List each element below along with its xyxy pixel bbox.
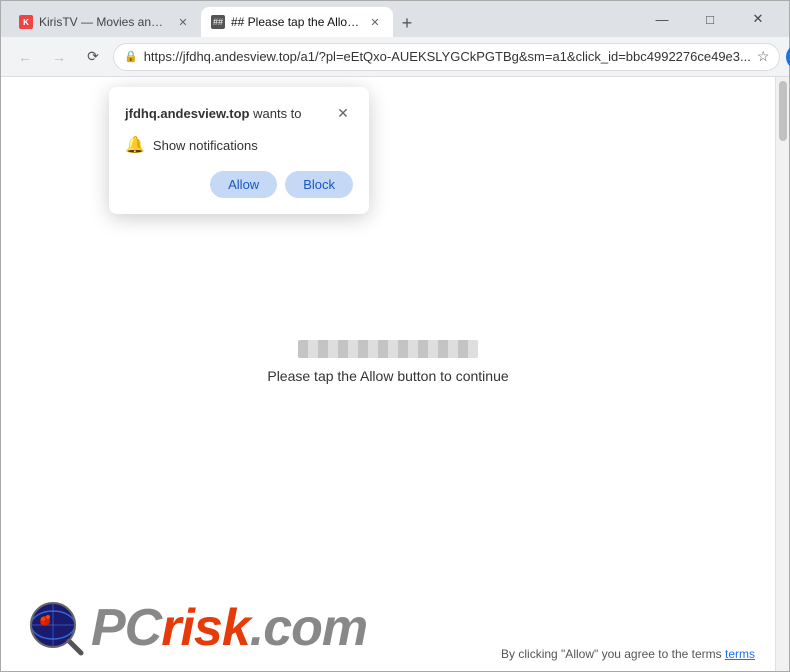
progress-area: Please tap the Allow button to continue (267, 340, 508, 384)
tab-bar: K KirisTV — Movies and Series D... ✕ ## … (9, 1, 635, 37)
address-bar: ← → ⟳ 🔒 https://jfdhq.andesview.top/a1/?… (1, 37, 789, 77)
bookmark-icon[interactable]: ☆ (757, 48, 770, 65)
browser-frame: K KirisTV — Movies and Series D... ✕ ## … (0, 0, 790, 672)
page-content: jfdhq.andesview.top wants to ✕ 🔔 Show no… (1, 77, 775, 671)
tab-kiristv[interactable]: K KirisTV — Movies and Series D... ✕ (9, 7, 201, 37)
popup-title: jfdhq.andesview.top wants to (125, 106, 302, 121)
bottom-disclaimer: By clicking "Allow" you agree to the ter… (501, 647, 755, 661)
svg-text:K: K (23, 18, 29, 27)
address-text: https://jfdhq.andesview.top/a1/?pl=eEtQx… (144, 49, 751, 64)
title-bar: K KirisTV — Movies and Series D... ✕ ## … (1, 1, 789, 37)
close-button[interactable]: ✕ (735, 1, 781, 37)
popup-header: jfdhq.andesview.top wants to ✕ (125, 103, 353, 123)
tab-active[interactable]: ## ## Please tap the Allow button... ✕ (201, 7, 393, 37)
minimize-button[interactable]: — (639, 1, 685, 37)
bell-icon: 🔔 (125, 135, 145, 155)
address-input[interactable]: 🔒 https://jfdhq.andesview.top/a1/?pl=eEt… (113, 43, 780, 71)
maximize-button[interactable]: □ (687, 1, 733, 37)
disclaimer-text: By clicking "Allow" you agree to the ter… (501, 647, 722, 661)
notification-label: Show notifications (153, 138, 258, 153)
dotcom-text: .com (250, 602, 367, 654)
progress-text: Please tap the Allow button to continue (267, 368, 508, 384)
forward-button[interactable]: → (45, 43, 73, 71)
popup-notification-row: 🔔 Show notifications (125, 135, 353, 155)
pcrisk-logo-icon (21, 593, 91, 663)
popup-close-button[interactable]: ✕ (333, 103, 353, 123)
scrollbar[interactable] (775, 77, 789, 671)
scrollbar-thumb[interactable] (779, 81, 787, 141)
popup-wants-to: wants to (253, 106, 301, 121)
popup-site: jfdhq.andesview.top (125, 106, 249, 121)
pc-text: PC (91, 602, 161, 654)
back-button[interactable]: ← (11, 43, 39, 71)
tab2-title: ## Please tap the Allow button... (231, 15, 361, 29)
lock-icon: 🔒 (124, 50, 138, 63)
allow-button[interactable]: Allow (210, 171, 277, 198)
tab1-close-button[interactable]: ✕ (175, 14, 191, 30)
page-area: jfdhq.andesview.top wants to ✕ 🔔 Show no… (1, 77, 789, 671)
progress-bar (298, 340, 478, 358)
block-button[interactable]: Block (285, 171, 353, 198)
notification-popup: jfdhq.andesview.top wants to ✕ 🔔 Show no… (109, 87, 369, 214)
popup-buttons: Allow Block (125, 171, 353, 198)
pcrisk-logo-area: PC risk .com (21, 593, 367, 663)
reload-button[interactable]: ⟳ (79, 43, 107, 71)
risk-text: risk (161, 602, 250, 654)
terms-link[interactable]: terms (725, 647, 755, 661)
tab1-title: KirisTV — Movies and Series D... (39, 15, 169, 29)
tab2-close-button[interactable]: ✕ (367, 14, 383, 30)
profile-button[interactable] (786, 44, 790, 70)
window-controls: — □ ✕ (639, 1, 781, 37)
new-tab-button[interactable]: + (393, 9, 421, 37)
pcrisk-text: PC risk .com (91, 602, 367, 654)
tab1-favicon: K (19, 15, 33, 29)
tab2-favicon: ## (211, 15, 225, 29)
